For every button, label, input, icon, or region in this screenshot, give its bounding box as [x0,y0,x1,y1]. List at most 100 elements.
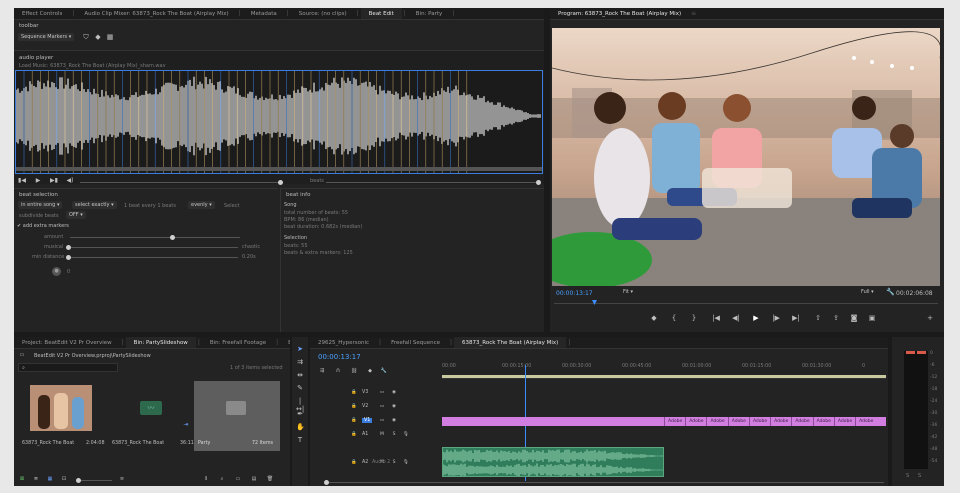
track-label[interactable]: V3 [362,390,368,395]
marker-filled-icon[interactable]: ◆ [94,33,102,41]
lock-track-icon[interactable]: 🔒 [350,389,358,397]
lift-icon[interactable]: ⇧ [814,314,822,322]
bin-item-2[interactable]: Party 72 Items [194,381,280,451]
track-label[interactable]: A1 [362,432,368,437]
ripple-edit-icon[interactable]: ⇹ [296,371,304,379]
work-area-bar[interactable] [442,375,886,378]
mute-icon[interactable]: M [378,431,386,439]
be-tab-4[interactable]: Beat Edit [360,8,402,19]
beats-zoom-slider[interactable] [326,180,541,185]
select-button[interactable]: Select [224,203,239,209]
be-tab-3[interactable]: Source: (no clips) [291,8,355,19]
lock-track-icon[interactable]: 🔒 [350,459,358,467]
pen-tool-icon[interactable]: ✒ [296,410,304,418]
eye-icon[interactable]: ◉ [390,403,398,411]
snap-icon[interactable]: ∩ [334,367,342,375]
track-label[interactable]: V1 [362,418,373,423]
solo-icon[interactable]: S [390,459,398,467]
lock-track-icon[interactable]: 🔒 [350,417,358,425]
rewind-icon[interactable]: ▮◀ [18,177,26,185]
track-label[interactable]: V2 [362,404,368,409]
add-marker-icon[interactable]: ◆ [650,314,658,322]
eye-icon[interactable]: ◉ [390,389,398,397]
tl-tab-0[interactable]: 29625_Hypersonic [310,337,377,348]
mark-out-icon[interactable]: } [690,314,698,322]
marker-grid-icon[interactable]: ▦ [106,33,114,41]
list-view-icon[interactable]: ≣ [32,475,40,483]
add-button-icon[interactable]: + [926,314,934,322]
play-button-icon[interactable]: ▶ [752,314,760,322]
timeline-timecode[interactable]: 00:00:13:17 [318,353,361,361]
subdivide-dropdown[interactable]: OFF ▾ [66,211,86,219]
eye-icon[interactable]: ◉ [390,417,398,425]
play-icon[interactable]: ▶ [34,177,42,185]
new-item-icon[interactable]: ▤ [250,475,258,483]
thumbnail-size-slider[interactable] [76,478,112,483]
be-tab-0[interactable]: Effect Controls [14,8,70,19]
camera-icon[interactable]: ◙ [850,314,858,322]
timeline-zoom-scrollbar[interactable] [324,480,884,485]
lock-track-icon[interactable]: 🔒 [350,431,358,439]
mark-in-icon[interactable]: { [670,314,678,322]
program-title[interactable]: Program: 63873_Rock The Boat (Airplay Mi… [550,8,689,19]
lock-track-icon[interactable]: 🔒 [350,403,358,411]
freeform-icon[interactable]: ⊡ [60,475,68,483]
fit-dropdown[interactable]: Fit ▾ [620,288,636,296]
proj-tab-2[interactable]: Bin: Freefall Footage [202,337,274,348]
marker-shield-icon[interactable]: ⛉ [82,33,90,41]
be-tab-5[interactable]: Bin: Party [408,8,451,19]
razor-tool-icon[interactable]: ✎ [296,384,304,392]
type-tool-icon[interactable]: T [296,436,304,444]
icon-view-icon[interactable]: ▦ [46,475,54,483]
bin-item-1[interactable]: 〰 ⇥ 63873_Rock The Boat 36:11 [108,381,194,451]
wrench-icon[interactable]: 🔧 [886,288,895,296]
compare-icon[interactable]: ▣ [868,314,876,322]
video-clip-segment[interactable]: Adobe [706,417,727,426]
go-to-in-icon[interactable]: |◀ [712,314,720,322]
hand-tool-icon[interactable]: ✋ [296,423,305,431]
find-icon[interactable]: ⌕ [218,475,226,483]
amount-slider[interactable] [70,235,240,240]
volume-icon[interactable]: ◀) [66,177,74,185]
sync-lock-icon[interactable]: ▭ [378,403,386,411]
solo-icon[interactable]: S [390,431,398,439]
record-icon[interactable]: 🎙 [402,459,410,467]
be-tab-2[interactable]: Metadata [243,8,285,19]
video-clip-segment[interactable]: Adobe [727,417,749,426]
video-clip-segment[interactable]: Adobe [791,417,812,426]
proj-tab-1[interactable]: Bin: PartySlideshow [125,337,196,348]
quality-dropdown[interactable]: Full ▾ [858,288,877,296]
tl-tab-2[interactable]: 63873_Rock The Boat (Airplay Mix) [454,337,567,348]
new-bin-icon[interactable]: ▭ [234,475,242,483]
trash-icon[interactable]: 🗑 [266,475,274,483]
v1-clip-strip[interactable]: Adobe Adobe Adobe Adobe Adobe Adobe Adobe Adobe… [442,417,886,426]
sync-lock-icon[interactable]: ▭ [378,389,386,397]
automate-icon[interactable]: ⫴ [202,475,210,483]
sync-lock-icon[interactable]: ▭ [378,417,386,425]
video-clip-segment[interactable]: Adobe [833,417,855,426]
step-forward-icon[interactable]: |▶ [772,314,780,322]
tl-tab-1[interactable]: Freefall Sequence [383,337,448,348]
waveform-display[interactable] [15,70,543,174]
sort-icon[interactable]: ≡ [118,475,126,483]
video-clip-segment[interactable]: Adobe [855,417,876,426]
video-clip-segment[interactable]: Adobe [685,417,706,426]
track-label[interactable]: A2 [362,460,368,465]
program-timecode[interactable]: 00:00:13:17 [556,290,593,297]
linked-selection-icon[interactable]: ⛓ [350,367,358,375]
video-clip-segment[interactable]: Adobe [770,417,791,426]
add-marker-tl-icon[interactable]: ◆ [366,367,374,375]
bin-item-0[interactable]: 63873_Rock The Boat 2:04:08 [18,381,105,451]
time-ruler[interactable]: 00:00 00:00:15:00 00:00:30:00 00:00:45:00 00… [442,361,886,379]
nest-icon[interactable]: ⇶ [318,367,326,375]
proj-tab-0[interactable]: Project: BeatEdit V2 Pr Overview [14,337,120,348]
be-tab-1[interactable]: Audio Clip Mixer: 63873_Rock The Boat (A… [76,8,236,19]
video-clip-segment[interactable]: Adobe [748,417,770,426]
search-input[interactable]: ⌕ [18,363,118,372]
step-back-icon[interactable]: ◀| [732,314,740,322]
menu-icon[interactable]: ≡ [689,10,698,17]
min-distance-slider[interactable] [66,255,238,260]
solo-left[interactable]: S [906,473,909,479]
scope-dropdown[interactable]: in entire song ▾ [18,201,63,209]
go-to-out-icon[interactable]: ▶| [792,314,800,322]
